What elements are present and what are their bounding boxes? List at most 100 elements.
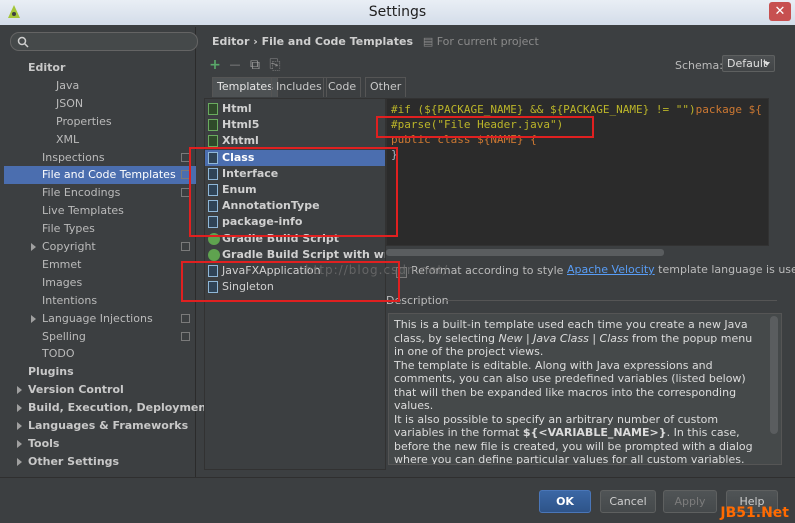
sidebar-item-tools[interactable]: Tools: [4, 435, 196, 453]
sidebar-item-label: Java: [56, 78, 80, 92]
sidebar-item-images[interactable]: Images: [4, 274, 196, 292]
search-icon: [17, 36, 29, 48]
sidebar-item-label: Spelling: [42, 329, 86, 343]
template-item-label: Html: [222, 102, 252, 115]
html-file-icon: [208, 119, 218, 132]
schema-dropdown[interactable]: Default: [722, 55, 775, 72]
sidebar-item-todo[interactable]: TODO: [4, 345, 196, 363]
sidebar-item-languages-frameworks[interactable]: Languages & Frameworks: [4, 417, 196, 435]
close-button[interactable]: ✕: [769, 2, 791, 21]
code-directive-if: #if (${PACKAGE_NAME} && ${PACKAGE_NAME} …: [391, 103, 696, 116]
ok-button[interactable]: OK: [539, 490, 591, 513]
sidebar-item-label: Copyright: [42, 240, 96, 253]
highlight-box-custom-templates: [181, 261, 400, 302]
sidebar-item-live-templates[interactable]: Live Templates: [4, 202, 196, 220]
sidebar-item-editor[interactable]: Editor: [4, 59, 196, 77]
sidebar-item-version-control[interactable]: Version Control: [4, 381, 196, 399]
sidebar-item-other-settings[interactable]: Other Settings: [4, 453, 196, 471]
expand-arrow-icon[interactable]: [17, 386, 22, 395]
sidebar-item-label: Version Control: [28, 383, 124, 397]
copy-icon[interactable]: ⧉: [248, 58, 262, 72]
project-scope-icon: [181, 313, 190, 323]
description-paragraph-3: It is also possible to specify an arbitr…: [394, 413, 764, 465]
sidebar-item-label: Plugins: [28, 365, 74, 379]
html-file-icon: [208, 103, 218, 115]
project-scope-icon: [181, 331, 190, 341]
project-scope-note: ▤ For current project: [422, 35, 539, 48]
apache-velocity-link[interactable]: Apache Velocity: [567, 263, 655, 276]
sidebar-item-label: TODO: [42, 347, 75, 361]
remove-icon[interactable]: —: [228, 58, 242, 72]
code-line-1: #if (${PACKAGE_NAME} && ${PACKAGE_NAME} …: [391, 103, 762, 116]
description-text: This is a built-in template used each ti…: [394, 318, 764, 465]
tab-other[interactable]: Other: [365, 77, 407, 97]
sidebar-item-label: JSON: [56, 96, 84, 110]
sidebar-item-label: Tools: [28, 436, 60, 450]
sidebar-item-label: Live Templates: [42, 204, 124, 218]
sidebar-item-language-injections[interactable]: Language Injections: [4, 310, 196, 328]
highlight-box-parse-line: [376, 116, 594, 138]
settings-search-input[interactable]: [10, 32, 198, 51]
template-item-html[interactable]: Html: [205, 101, 385, 117]
description-panel: This is a built-in template used each ti…: [388, 313, 782, 465]
editor-horizontal-scrollbar[interactable]: [386, 249, 664, 256]
content-pane: Editor › File and Code Templates ▤ For c…: [198, 27, 795, 477]
gradle-icon: [208, 248, 220, 261]
project-scope-icon: [181, 242, 190, 251]
sidebar-item-label: File Types: [42, 222, 95, 236]
code-package-keyword: package ${: [695, 103, 762, 116]
sidebar-item-label: Inspections: [42, 150, 105, 164]
desc-p1-menu-path: New | Java Class | Class: [498, 331, 629, 345]
reset-icon[interactable]: ⎘: [268, 58, 282, 72]
sidebar-item-properties[interactable]: Properties: [4, 113, 196, 131]
desc-p3-variable: ${<VARIABLE_NAME>}: [522, 426, 667, 439]
expand-arrow-icon[interactable]: [31, 243, 36, 251]
expand-arrow-icon[interactable]: [17, 439, 22, 448]
sidebar-item-label: File and Code Templates: [42, 168, 176, 182]
template-item-label: Html5: [222, 118, 260, 132]
site-logo: JB51.Net: [720, 505, 789, 521]
sidebar-item-java[interactable]: Java: [4, 77, 196, 95]
apply-button[interactable]: Apply: [663, 490, 717, 513]
sidebar-item-intentions[interactable]: Intentions: [4, 292, 196, 310]
velocity-note: Apache Velocity template language is use…: [567, 263, 795, 276]
expand-arrow-icon[interactable]: [17, 457, 22, 466]
tab-templates[interactable]: Templates: [212, 77, 278, 97]
dialog-button-bar: OK Cancel Apply Help: [0, 477, 795, 523]
sidebar-item-label: Language Injections: [42, 311, 153, 325]
breadcrumb: Editor › File and Code Templates ▤ For c…: [212, 35, 539, 48]
sidebar-item-build-execution-deployment[interactable]: Build, Execution, Deployment: [4, 399, 211, 417]
sidebar-item-label: File Encodings: [42, 186, 121, 200]
sidebar-item-file-types[interactable]: File Types: [4, 220, 196, 238]
sidebar-item-json[interactable]: JSON: [4, 95, 196, 113]
sidebar-item-label: Properties: [56, 114, 112, 128]
expand-arrow-icon[interactable]: [17, 404, 22, 413]
sidebar-item-spelling[interactable]: Spelling: [4, 328, 196, 346]
project-scope-label: For current project: [436, 35, 539, 48]
sidebar-item-plugins[interactable]: Plugins: [4, 363, 196, 381]
cancel-button[interactable]: Cancel: [600, 490, 656, 513]
window-title: Settings: [368, 4, 427, 20]
description-divider: [445, 300, 777, 301]
description-scrollbar[interactable]: [770, 316, 778, 434]
sidebar-item-label: Other Settings: [28, 454, 120, 468]
add-icon[interactable]: +: [208, 58, 222, 72]
template-item-html5[interactable]: Html5: [205, 117, 385, 133]
sidebar-item-file-and-code-templates[interactable]: File and Code Templates: [4, 166, 196, 185]
tab-includes[interactable]: Includes: [271, 77, 327, 97]
expand-arrow-icon[interactable]: [31, 314, 36, 323]
description-paragraph-2: The template is editable. Along with Jav…: [394, 358, 746, 413]
sidebar-item-label: Emmet: [42, 257, 82, 271]
sidebar-item-label: Intentions: [42, 293, 98, 307]
title-bar: Settings ✕: [0, 0, 795, 25]
sidebar-item-label: Images: [42, 275, 83, 289]
sidebar-item-label: XML: [56, 132, 80, 146]
sidebar-item-file-encodings[interactable]: File Encodings: [4, 184, 196, 202]
sidebar-item-xml[interactable]: XML: [4, 131, 196, 149]
expand-arrow-icon[interactable]: [17, 422, 22, 430]
tab-code[interactable]: Code: [323, 77, 362, 97]
breadcrumb-text: Editor › File and Code Templates: [212, 35, 413, 48]
sidebar-item-copyright[interactable]: Copyright: [4, 238, 196, 256]
sidebar-item-inspections[interactable]: Inspections: [4, 149, 196, 167]
sidebar-item-emmet[interactable]: Emmet: [4, 256, 196, 274]
